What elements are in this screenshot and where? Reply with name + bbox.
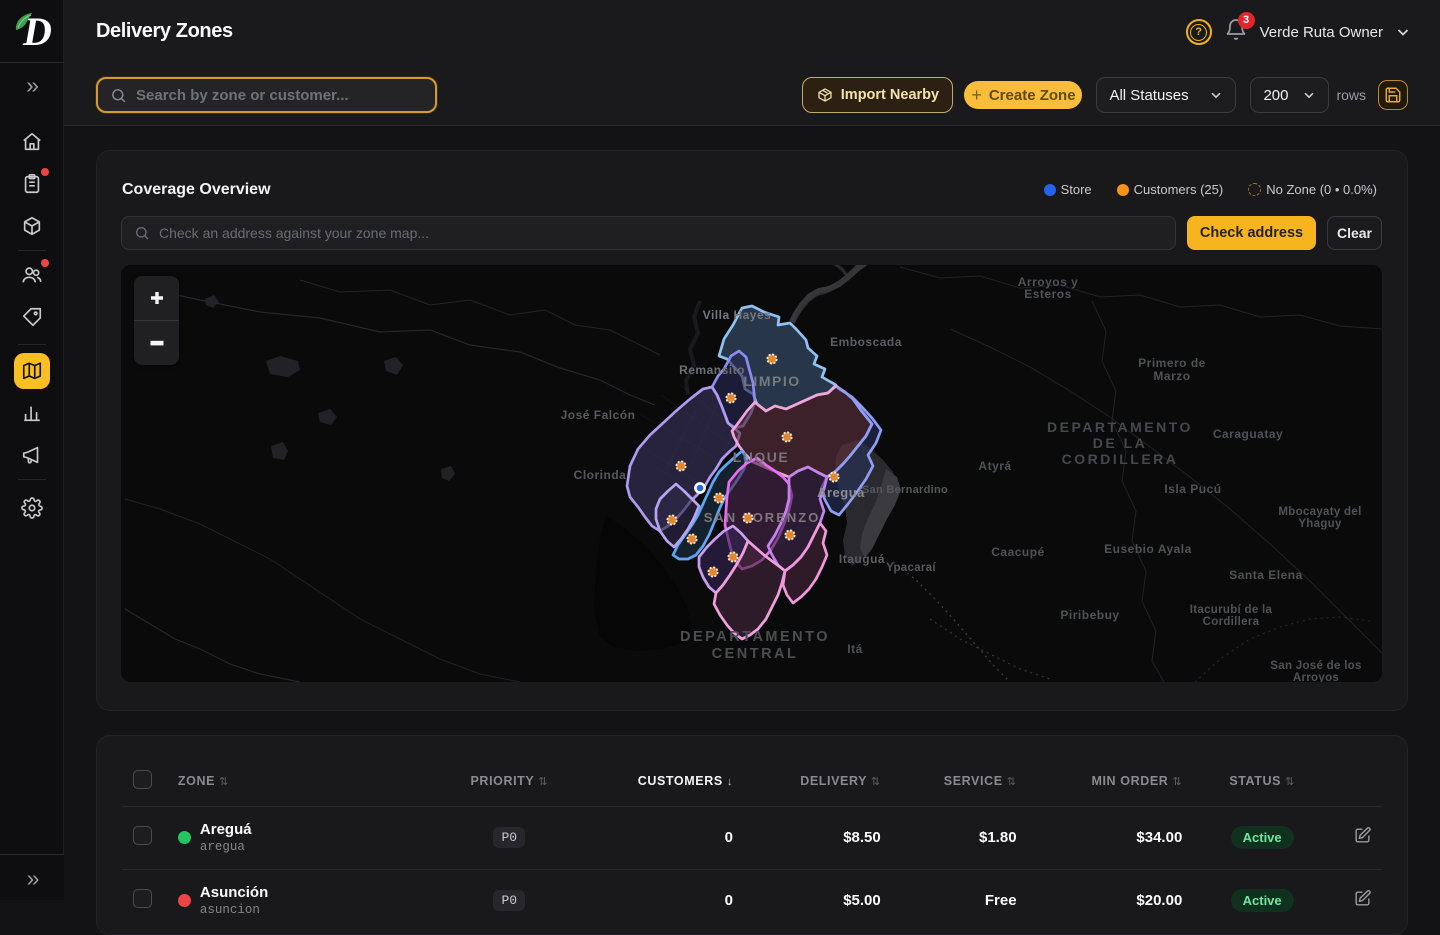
svg-text:Marzo: Marzo: [1153, 369, 1190, 383]
svg-text:Areguá: Areguá: [817, 485, 865, 500]
svg-text:Mbocayaty del: Mbocayaty del: [1278, 506, 1361, 518]
svg-text:DEPARTAMENTO: DEPARTAMENTO: [1047, 419, 1193, 435]
svg-text:Caacupé: Caacupé: [991, 545, 1045, 559]
svg-text:Ypacaraí: Ypacaraí: [886, 562, 936, 574]
svg-text:Villa Hayes: Villa Hayes: [703, 308, 772, 322]
svg-text:Santa Elena: Santa Elena: [1229, 568, 1303, 582]
svg-text:Cordillera: Cordillera: [1203, 616, 1260, 628]
svg-text:DEPARTAMENTO: DEPARTAMENTO: [680, 629, 830, 645]
svg-text:San José de los: San José de los: [1270, 660, 1361, 672]
svg-text:CENTRAL: CENTRAL: [712, 646, 799, 662]
svg-text:Eusebio Ayala: Eusebio Ayala: [1104, 542, 1192, 556]
svg-text:Itá: Itá: [847, 642, 863, 656]
svg-text:José Falcón: José Falcón: [561, 408, 636, 422]
svg-text:Caraguatay: Caraguatay: [1213, 427, 1283, 441]
svg-text:Isla Pucú: Isla Pucú: [1164, 482, 1221, 496]
svg-text:LUQUE: LUQUE: [733, 449, 790, 465]
svg-text:San Bernardino: San Bernardino: [862, 484, 948, 496]
svg-text:SAN LORENZO: SAN LORENZO: [704, 510, 821, 525]
svg-text:LIMPIO: LIMPIO: [743, 373, 800, 389]
svg-text:Esteros: Esteros: [1024, 287, 1072, 301]
svg-text:Yhaguy: Yhaguy: [1298, 518, 1342, 530]
svg-text:CORDILLERA: CORDILLERA: [1062, 451, 1179, 467]
svg-text:Atyrá: Atyrá: [978, 459, 1011, 473]
svg-text:Itauguá: Itauguá: [839, 552, 885, 566]
svg-text:Itacurubí de la: Itacurubí de la: [1190, 604, 1273, 616]
svg-text:Arroyos: Arroyos: [1293, 672, 1339, 682]
svg-text:DE LA: DE LA: [1093, 435, 1148, 451]
svg-text:Primero de: Primero de: [1138, 356, 1206, 370]
svg-text:Emboscada: Emboscada: [830, 335, 902, 349]
svg-text:Clorinda: Clorinda: [574, 468, 627, 482]
svg-text:Remansito: Remansito: [679, 363, 745, 377]
svg-text:Piribebuy: Piribebuy: [1060, 608, 1119, 622]
